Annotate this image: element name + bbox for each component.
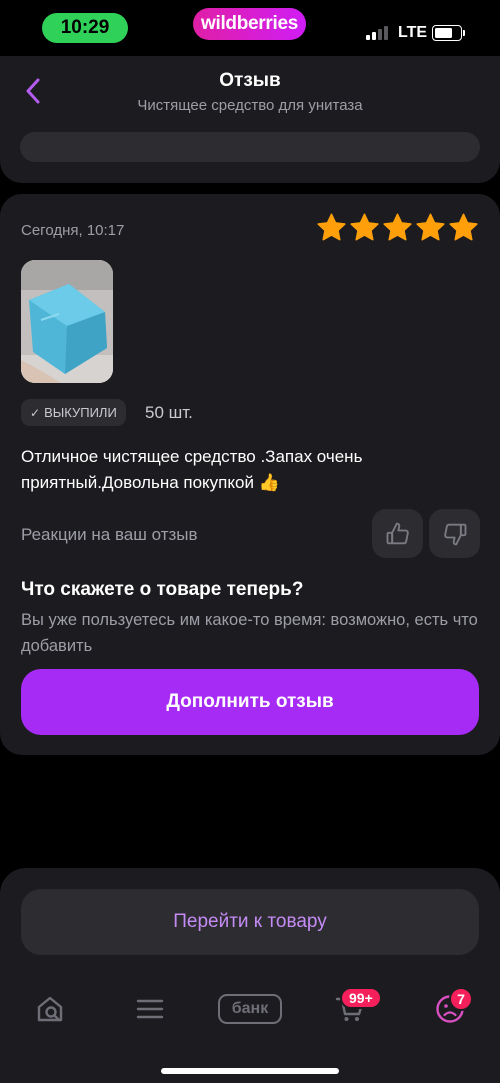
tab-catalog[interactable] [120, 981, 180, 1037]
add-review-button[interactable]: Дополнить отзыв [21, 669, 479, 735]
status-time: 10:29 [42, 13, 128, 43]
bottom-panel: Перейти к товару банк 99+ 7 [0, 868, 500, 1083]
page-title: Отзыв [219, 70, 281, 91]
thumbs-up-icon [386, 522, 409, 544]
menu-icon [136, 999, 164, 1019]
thumbs-down-icon [443, 523, 466, 545]
brand-logo: wildberries [193, 8, 306, 40]
star-icon [350, 213, 379, 241]
tab-profile[interactable] [420, 981, 480, 1037]
page-subtitle: Чистящее средство для унитаза [137, 97, 363, 114]
dislike-button[interactable] [429, 509, 480, 558]
header-placeholder-bar [20, 132, 480, 162]
home-indicator [161, 1068, 339, 1074]
review-text: Отличное чистящее средство .Запах очень … [21, 447, 363, 492]
bank-label: банк [218, 994, 282, 1024]
tab-home[interactable] [20, 981, 80, 1037]
status-bar: 10:29 wildberries LTE [0, 0, 500, 56]
home-search-icon [37, 996, 63, 1022]
bought-badge: ✓ ВЫКУПИЛИ [21, 399, 126, 426]
reactions-label: Реакции на ваш отзыв [21, 525, 198, 544]
bought-label: ВЫКУПИЛИ [44, 405, 117, 420]
go-to-product-button[interactable]: Перейти к товару [21, 889, 479, 955]
star-icon [416, 213, 445, 241]
like-button[interactable] [372, 509, 423, 558]
star-icon [317, 213, 346, 241]
followup-title: Что скажете о товаре теперь? [21, 579, 304, 600]
profile-badge: 7 [449, 987, 473, 1011]
signal-icon [366, 26, 388, 40]
network-type: LTE [398, 24, 428, 41]
quantity: 50 шт. [145, 403, 193, 422]
tab-bar: банк 99+ 7 [0, 981, 500, 1041]
battery-icon [432, 25, 465, 41]
review-photo[interactable] [21, 260, 113, 383]
review-photo-image [21, 260, 113, 383]
star-icon [383, 213, 412, 241]
check-icon: ✓ [30, 405, 41, 420]
rating-stars [316, 212, 479, 243]
star-icon [449, 213, 478, 241]
header: Отзыв Чистящее средство для унитаза [0, 56, 500, 183]
cart-badge: 99+ [340, 987, 382, 1009]
tab-bank[interactable]: банк [215, 981, 285, 1037]
followup-text: Вы уже пользуетесь им какое-то время: во… [21, 611, 478, 655]
review-card: Сегодня, 10:17 ✓ ВЫКУПИЛИ 50 шт. Отлично… [0, 194, 500, 755]
review-date: Сегодня, 10:17 [21, 222, 125, 239]
